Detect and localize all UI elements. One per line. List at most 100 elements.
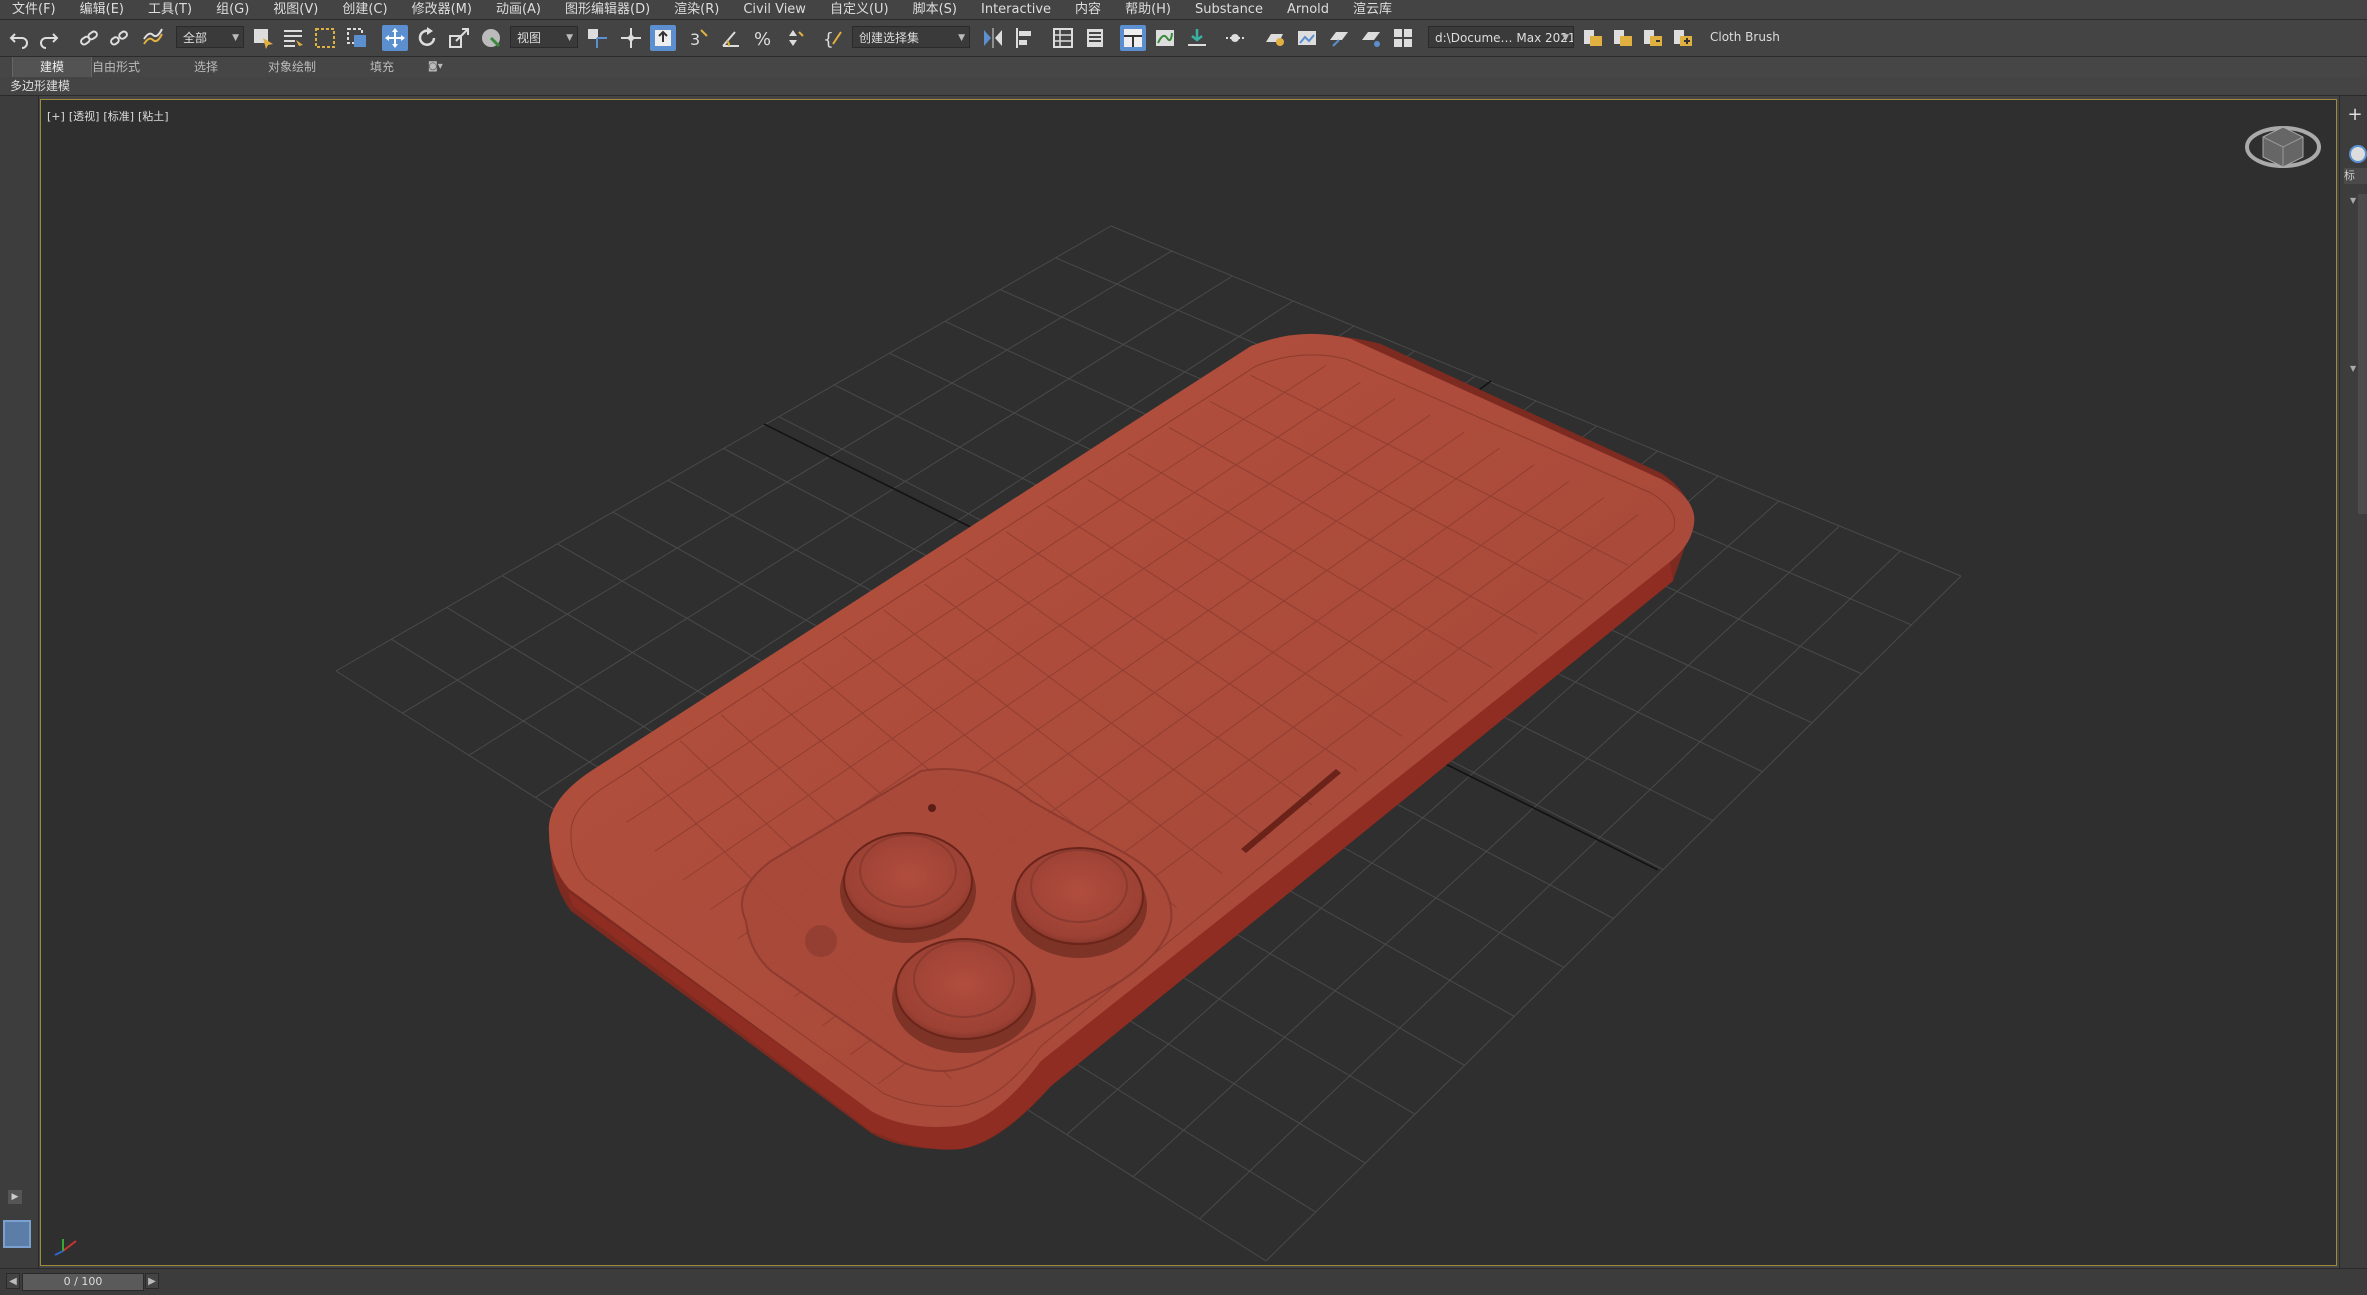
menu-item-4[interactable]: 视图(V) — [261, 0, 330, 19]
unlink-icon[interactable] — [106, 25, 132, 51]
project-workspace-icon[interactable] — [1670, 25, 1696, 51]
schematic-view-icon[interactable] — [1184, 25, 1210, 51]
tab-modeling[interactable]: 建模 — [12, 57, 92, 77]
next-frame-icon[interactable]: ▶ — [145, 1273, 159, 1289]
select-manipulate-icon[interactable] — [618, 25, 644, 51]
snap-toggle-icon[interactable]: 3 — [686, 25, 712, 51]
menu-item-11[interactable]: 自定义(U) — [818, 0, 901, 19]
selection-filter-value: 全部 — [183, 31, 208, 45]
camera-lens-1 — [840, 832, 976, 943]
chevron-down-icon: ▼ — [566, 33, 573, 43]
command-panel: + 标 ▼ ▼ — [2339, 96, 2367, 1272]
window-crossing-icon[interactable] — [344, 25, 370, 51]
select-by-name-icon[interactable] — [280, 25, 306, 51]
layer-explorer-icon[interactable] — [1082, 25, 1108, 51]
align-icon[interactable] — [1012, 25, 1038, 51]
spinner-snap-icon[interactable] — [782, 25, 808, 51]
main-toolbar: 全部 ▼ 视图 ▼ 3 % { 创建选择集 ▼ d:\Docume… Max 2021… — [0, 20, 2367, 57]
tab-object-paint[interactable]: 对象绘制 — [260, 57, 324, 77]
keyboard-shortcut-override-icon[interactable] — [650, 25, 676, 51]
place-icon[interactable] — [478, 25, 504, 51]
angle-snap-icon[interactable] — [718, 25, 744, 51]
phone-model[interactable] — [548, 333, 1695, 1150]
camera-lens-3 — [892, 938, 1036, 1053]
bind-spacewarp-icon[interactable] — [140, 25, 166, 51]
brush-label-value: Cloth Brush — [1710, 30, 1780, 44]
render-production-icon[interactable] — [1326, 25, 1352, 51]
menu-item-17[interactable]: Arnold — [1275, 0, 1341, 19]
create-tab-icon[interactable]: + — [2346, 106, 2364, 124]
coord-system-value: 视图 — [517, 31, 542, 45]
menu-item-18[interactable]: 渲云库 — [1341, 0, 1404, 19]
named-selection-value: 创建选择集 — [859, 31, 920, 45]
menu-item-15[interactable]: 帮助(H) — [1113, 0, 1183, 19]
menu-item-7[interactable]: 动画(A) — [484, 0, 553, 19]
tab-selection[interactable]: 选择 — [186, 57, 226, 77]
expand-arrow-icon[interactable]: ▶ — [8, 1190, 22, 1204]
tab-freeform[interactable]: 自由形式 — [84, 57, 148, 77]
menu-item-8[interactable]: 图形编辑器(D) — [553, 0, 662, 19]
select-object-icon[interactable] — [250, 25, 276, 51]
ribbon-bar: 建模 自由形式 选择 对象绘制 填充 ◙▾ — [0, 57, 2367, 78]
percent-snap-icon[interactable]: % — [750, 25, 776, 51]
menu-item-1[interactable]: 编辑(E) — [68, 0, 136, 19]
tab-populate[interactable]: 填充 — [362, 57, 402, 77]
menu-item-5[interactable]: 创建(C) — [330, 0, 399, 19]
chevron-down-icon: ▼ — [958, 33, 965, 43]
viewport-layout-icon[interactable] — [3, 1220, 31, 1248]
menu-item-16[interactable]: Substance — [1183, 0, 1275, 19]
rotate-icon[interactable] — [414, 25, 440, 51]
camera-lens-2 — [1011, 847, 1147, 958]
axis-tripod-icon — [54, 1239, 77, 1256]
ribbon-options-icon[interactable]: ◙▾ — [420, 57, 451, 77]
project-set-icon[interactable] — [1610, 25, 1636, 51]
edit-named-selection-icon[interactable]: { — [820, 25, 846, 51]
svg-text:{: { — [823, 30, 834, 50]
menu-item-9[interactable]: 渲染(R) — [662, 0, 731, 19]
prev-frame-icon[interactable]: ◀ — [6, 1273, 20, 1289]
rectangular-selection-icon[interactable] — [312, 25, 338, 51]
scene-explorer-icon[interactable] — [1050, 25, 1076, 51]
selection-filter-dropdown[interactable]: 全部 ▼ — [176, 26, 244, 48]
sphere-object-icon[interactable] — [2349, 145, 2367, 163]
curve-editor-icon[interactable] — [1152, 25, 1178, 51]
project-create-icon[interactable] — [1640, 25, 1666, 51]
mirror-icon[interactable] — [980, 25, 1006, 51]
time-slider[interactable]: 0 / 100 — [22, 1273, 144, 1291]
material-editor-icon[interactable] — [1222, 25, 1248, 51]
svg-text:3: 3 — [690, 30, 700, 49]
menu-item-6[interactable]: 修改器(M) — [400, 0, 484, 19]
chevron-down-icon: ▼ — [1562, 33, 1569, 43]
undo-icon[interactable] — [6, 25, 32, 51]
render-setup-icon[interactable] — [1262, 25, 1288, 51]
menu-item-13[interactable]: Interactive — [969, 0, 1063, 19]
chevron-down-icon[interactable]: ▼ — [2350, 364, 2356, 373]
brush-label[interactable]: Cloth Brush — [1704, 26, 1794, 48]
reference-coord-dropdown[interactable]: 视图 ▼ — [510, 26, 578, 48]
menu-item-14[interactable]: 内容 — [1063, 0, 1113, 19]
toggle-ribbon-icon[interactable] — [1120, 25, 1146, 51]
chevron-down-icon[interactable]: ▼ — [2350, 196, 2356, 205]
project-path-dropdown[interactable]: d:\Docume… Max 2021 ▼ — [1428, 26, 1574, 48]
project-folder-icon[interactable] — [1580, 25, 1606, 51]
right-panel-label[interactable]: 标 — [2344, 168, 2367, 184]
viewcube-icon[interactable] — [2245, 126, 2321, 168]
menu-item-3[interactable]: 组(G) — [204, 0, 261, 19]
move-icon[interactable] — [382, 25, 408, 51]
link-icon[interactable] — [76, 25, 102, 51]
pivot-center-icon[interactable] — [584, 25, 610, 51]
menu-item-12[interactable]: 脚本(S) — [901, 0, 969, 19]
render-cloud-icon[interactable] — [1390, 25, 1416, 51]
redo-icon[interactable] — [36, 25, 62, 51]
rendered-frame-window-icon[interactable] — [1294, 25, 1320, 51]
scale-icon[interactable] — [446, 25, 472, 51]
render-iterative-icon[interactable] — [1358, 25, 1384, 51]
menu-item-10[interactable]: Civil View — [731, 0, 818, 19]
viewport-scene — [54, 126, 2321, 1262]
menu-item-0[interactable]: 文件(F) — [0, 0, 68, 19]
polygon-modeling-label[interactable]: 多边形建模 — [10, 77, 70, 95]
menu-item-2[interactable]: 工具(T) — [136, 0, 204, 19]
named-selection-dropdown[interactable]: 创建选择集 ▼ — [852, 26, 970, 48]
perspective-viewport[interactable]: [+] [透视] [标准] [粘土] — [40, 99, 2337, 1266]
command-panel-scrollbar[interactable] — [2358, 194, 2367, 514]
